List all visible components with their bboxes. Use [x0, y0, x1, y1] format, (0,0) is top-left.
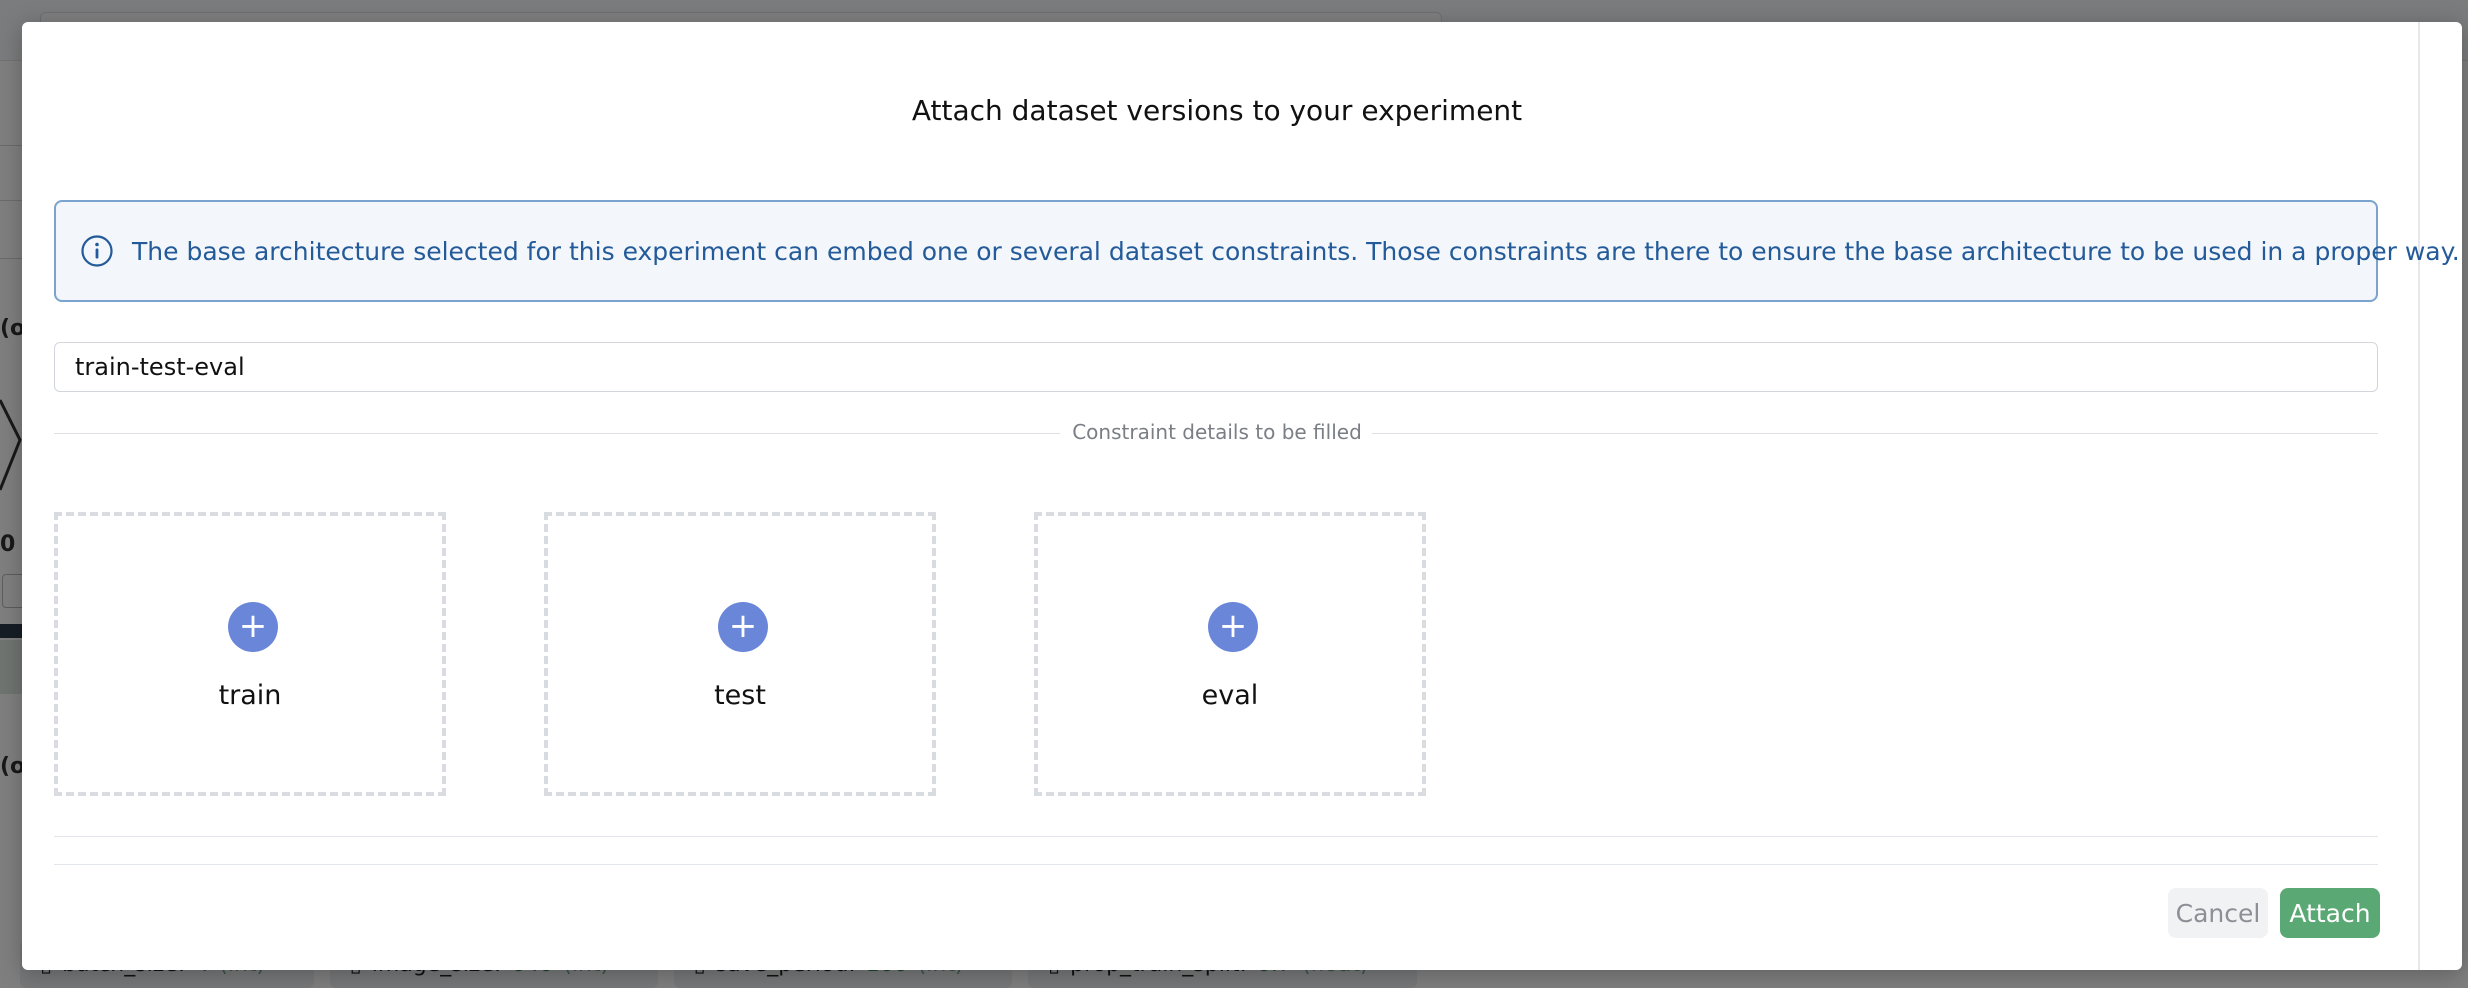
info-alert-text: The base architecture selected for this … [132, 236, 2460, 266]
plus-icon[interactable]: + [718, 602, 768, 652]
info-alert: The base architecture selected for this … [54, 200, 2460, 302]
plus-icon[interactable]: + [228, 602, 278, 652]
constraint-card-eval[interactable]: + eval [1034, 512, 1426, 796]
modal-scrollbar[interactable] [2418, 22, 2420, 970]
section-divider-label: Constraint details to be filled [1072, 420, 1362, 444]
footer-divider [54, 836, 2378, 837]
constraint-select[interactable]: train-test-eval [54, 342, 2378, 392]
plus-icon[interactable]: + [1208, 602, 1258, 652]
attach-dataset-modal: Attach dataset versions to your experime… [22, 22, 2462, 970]
constraint-card-label: test [714, 680, 766, 711]
section-divider-right [1372, 433, 2378, 434]
info-circle-icon [81, 235, 113, 267]
constraint-card-label: train [218, 680, 282, 711]
modal-title: Attach dataset versions to your experime… [911, 94, 1523, 127]
constraint-select-value: train-test-eval [75, 353, 245, 381]
constraint-card-train[interactable]: + train [54, 512, 446, 796]
footer-divider [54, 864, 2378, 865]
constraint-card-label: eval [1201, 680, 1259, 711]
cancel-button[interactable]: Cancel [2168, 888, 2268, 938]
constraint-card-test[interactable]: + test [544, 512, 936, 796]
attach-button[interactable]: Attach [2280, 888, 2380, 938]
